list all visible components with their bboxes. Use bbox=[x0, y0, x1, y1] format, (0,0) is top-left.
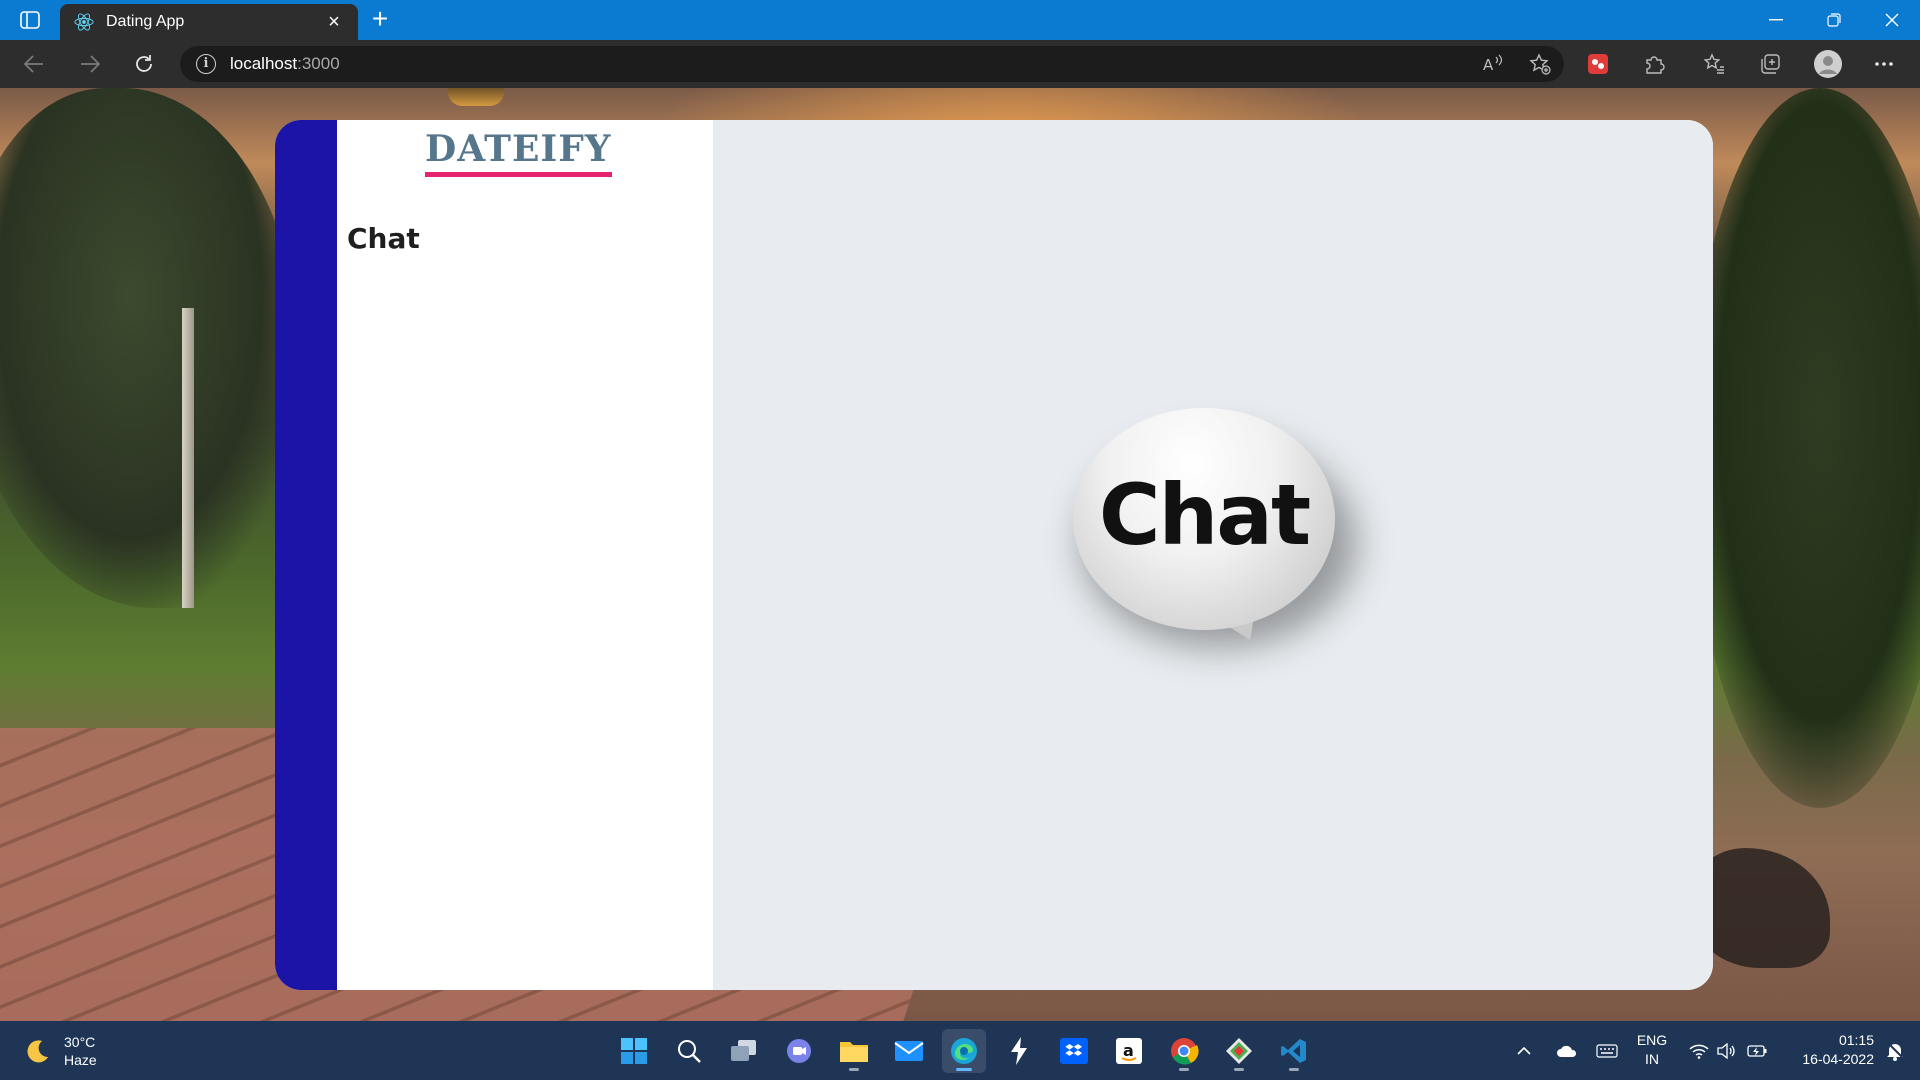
sidebar-title: Chat bbox=[347, 222, 420, 255]
address-host: localhost bbox=[230, 54, 298, 73]
svg-text:a: a bbox=[1123, 1041, 1134, 1060]
region-code: IN bbox=[1645, 1051, 1659, 1067]
moon-icon bbox=[27, 1040, 48, 1063]
forward-arrow-icon[interactable] bbox=[72, 48, 108, 80]
running-indicator bbox=[1289, 1068, 1299, 1071]
close-tab-icon[interactable]: × bbox=[324, 12, 344, 32]
back-arrow-icon[interactable] bbox=[16, 48, 52, 80]
add-favorite-icon[interactable] bbox=[1526, 50, 1554, 78]
chat-bubble-icon: Chat bbox=[1073, 408, 1335, 630]
clock-date: 16-04-2022 bbox=[1802, 1051, 1874, 1067]
mail-icon[interactable] bbox=[887, 1029, 931, 1073]
task-view-icon[interactable] bbox=[722, 1029, 766, 1073]
new-tab-button[interactable]: + bbox=[366, 5, 394, 34]
running-indicator bbox=[849, 1068, 859, 1071]
weather-widget[interactable]: 30°C Haze bbox=[24, 1033, 97, 1069]
running-indicator bbox=[1234, 1068, 1244, 1071]
file-explorer-icon[interactable] bbox=[832, 1029, 876, 1073]
tab-actions-icon[interactable] bbox=[14, 8, 46, 32]
windows-taskbar: 30°C Haze a ENG IN 01:15 16-04-2022 bbox=[0, 1021, 1920, 1080]
weather-temp: 30°C bbox=[64, 1034, 96, 1050]
teams-chat-icon[interactable] bbox=[777, 1029, 821, 1073]
address-port: :3000 bbox=[297, 54, 340, 73]
extension-red-icon[interactable] bbox=[1584, 50, 1612, 78]
page-background: DATEIFY Chat Chat bbox=[0, 88, 1920, 1021]
active-indicator bbox=[956, 1068, 972, 1071]
extensions-puzzle-icon[interactable] bbox=[1640, 50, 1668, 78]
running-indicator bbox=[1179, 1068, 1189, 1071]
chat-bubble-illustration: Chat bbox=[1073, 408, 1363, 678]
git-app-icon[interactable] bbox=[1217, 1029, 1261, 1073]
minimize-button[interactable] bbox=[1748, 0, 1804, 40]
collections-icon[interactable] bbox=[1756, 50, 1784, 78]
favorites-icon[interactable] bbox=[1700, 50, 1728, 78]
edge-browser-icon[interactable] bbox=[942, 1029, 986, 1073]
wifi-icon[interactable] bbox=[1686, 1021, 1712, 1080]
more-options-icon[interactable] bbox=[1870, 50, 1898, 78]
background-tree-trunk bbox=[182, 308, 194, 608]
vscode-icon[interactable] bbox=[1272, 1029, 1316, 1073]
address-bar[interactable]: i localhost:3000 bbox=[180, 46, 1564, 82]
language-indicator[interactable]: ENG IN bbox=[1634, 1031, 1670, 1069]
read-aloud-icon[interactable]: A bbox=[1480, 50, 1508, 78]
taskbar-apps: a bbox=[612, 1029, 1316, 1073]
restore-button[interactable] bbox=[1806, 0, 1862, 40]
background-lamp bbox=[448, 88, 504, 106]
chrome-icon[interactable] bbox=[1162, 1029, 1206, 1073]
tab-title: Dating App bbox=[106, 13, 185, 30]
app-card: DATEIFY Chat Chat bbox=[275, 120, 1713, 990]
chat-sidebar: DATEIFY Chat bbox=[337, 120, 713, 990]
nav-rail bbox=[275, 120, 337, 990]
dropbox-icon[interactable] bbox=[1052, 1029, 1096, 1073]
start-button[interactable] bbox=[612, 1029, 656, 1073]
battery-icon[interactable] bbox=[1744, 1021, 1770, 1080]
lightning-app-icon[interactable] bbox=[997, 1029, 1041, 1073]
amazon-icon[interactable]: a bbox=[1107, 1029, 1151, 1073]
show-hidden-icons-chevron-icon[interactable] bbox=[1512, 1021, 1536, 1080]
notification-bell-icon[interactable] bbox=[1880, 1021, 1910, 1080]
background-tree-left bbox=[0, 88, 300, 608]
keyboard-icon[interactable] bbox=[1592, 1021, 1622, 1080]
brand-logo[interactable]: DATEIFY bbox=[425, 128, 612, 177]
volume-icon[interactable] bbox=[1714, 1021, 1740, 1080]
refresh-icon[interactable] bbox=[126, 48, 162, 80]
background-tree-right bbox=[1690, 88, 1920, 808]
language-code: ENG bbox=[1636, 1032, 1668, 1048]
browser-tab[interactable]: Dating App × bbox=[60, 4, 358, 40]
search-icon[interactable] bbox=[667, 1029, 711, 1073]
browser-toolbar: i localhost:3000 A bbox=[0, 40, 1920, 88]
chat-bubble-text: Chat bbox=[1098, 466, 1311, 564]
site-info-icon[interactable]: i bbox=[196, 54, 216, 74]
weather-condition: Haze bbox=[64, 1052, 97, 1068]
onedrive-icon[interactable] bbox=[1552, 1021, 1582, 1080]
svg-text:A: A bbox=[1483, 56, 1494, 74]
react-favicon-icon bbox=[74, 12, 94, 32]
chat-main-panel: Chat bbox=[713, 120, 1713, 990]
system-clock[interactable]: 01:15 16-04-2022 bbox=[1784, 1031, 1874, 1069]
profile-avatar-icon[interactable] bbox=[1814, 50, 1842, 78]
clock-time: 01:15 bbox=[1838, 1032, 1874, 1048]
close-window-button[interactable] bbox=[1864, 0, 1920, 40]
browser-tab-bar: Dating App × + bbox=[0, 0, 1920, 40]
